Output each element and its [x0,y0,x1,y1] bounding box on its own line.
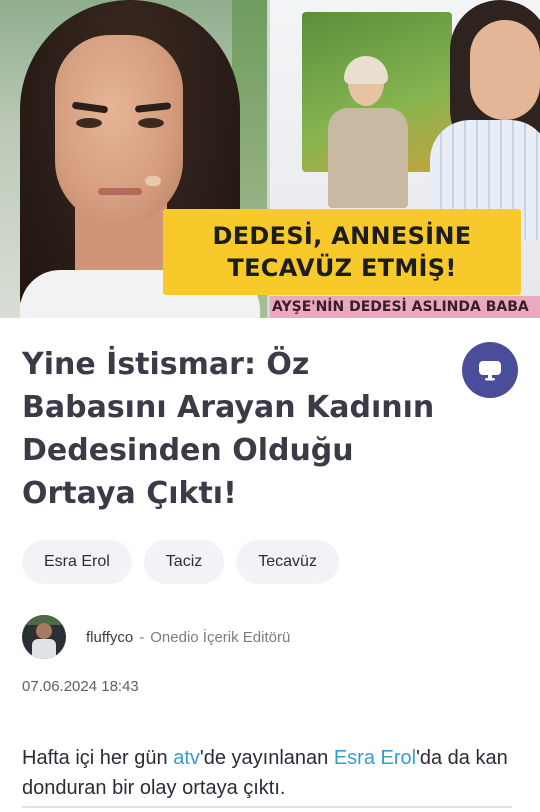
body-text-part1: Hafta içi her gün [22,747,174,769]
link-atv[interactable]: atv [173,747,200,769]
monitor-icon [479,361,501,381]
hero-overlay-caption: DEDESİ, ANNESİNE TECAVÜZ ETMİŞ! [163,209,521,295]
hero-overlay-line2: TECAVÜZ ETMİŞ! [227,254,457,282]
article-body: Hafta içi her gün atv'de yayınlanan Esra… [22,743,522,803]
author-separator: - [139,628,145,646]
divider [22,806,512,808]
author-row: fluffyco - Onedio İçerik Editörü [22,614,290,660]
tag-tecavuz[interactable]: Tecavüz [236,540,339,584]
hero-ticker: AYŞE'NİN DEDESİ ASLINDA BABA [270,296,540,318]
tag-taciz[interactable]: Taciz [143,540,225,584]
body-text-part2: 'de yayınlanan [199,747,334,769]
hero-image: DEDESİ, ANNESİNE TECAVÜZ ETMİŞ! AYŞE'NİN… [0,0,540,318]
tag-list: Esra Erol Taciz Tecavüz [22,540,339,584]
tv-mode-button[interactable] [462,342,518,398]
link-esra-erol[interactable]: Esra Erol [334,747,416,769]
tag-esra-erol[interactable]: Esra Erol [22,540,132,584]
publish-date: 07.06.2024 18:43 [22,678,139,695]
avatar[interactable] [22,615,66,659]
author-role: Onedio İçerik Editörü [150,628,291,646]
author-name[interactable]: fluffyco [86,629,133,646]
hero-ticker-text: AYŞE'NİN DEDESİ ASLINDA BABA [272,299,529,315]
article-title: Yine İstismar: Öz Babasını Arayan Kadını… [22,347,435,511]
hero-overlay-line1: DEDESİ, ANNESİNE [212,222,472,250]
